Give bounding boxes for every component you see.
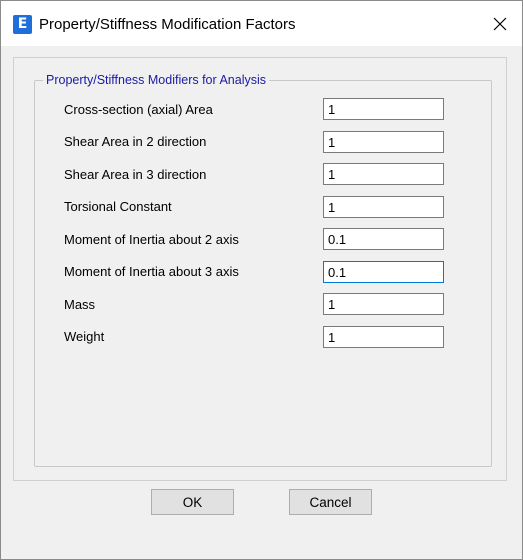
axial-area-input[interactable]	[323, 98, 444, 120]
inertia-3-input[interactable]	[323, 261, 444, 283]
weight-input[interactable]	[323, 326, 444, 348]
label-mass: Mass	[64, 297, 96, 312]
label-shear-area-2: Shear Area in 2 direction	[64, 134, 207, 149]
close-icon	[493, 17, 506, 30]
window-title: Property/Stiffness Modification Factors	[39, 16, 296, 33]
label-weight: Weight	[64, 329, 105, 344]
dialog-window: E Property/Stiffness Modification Factor…	[0, 0, 523, 560]
label-shear-area-3: Shear Area in 3 direction	[64, 167, 207, 182]
close-button[interactable]	[477, 1, 522, 46]
label-torsional-constant: Torsional Constant	[64, 199, 172, 214]
groupbox-legend: Property/Stiffness Modifiers for Analysi…	[43, 72, 269, 88]
inertia-2-input[interactable]	[323, 228, 444, 250]
label-axial-area: Cross-section (axial) Area	[64, 102, 213, 117]
ok-button[interactable]: OK	[151, 489, 234, 515]
cancel-button[interactable]: Cancel	[289, 489, 372, 515]
label-inertia-3: Moment of Inertia about 3 axis	[64, 264, 239, 279]
label-inertia-2: Moment of Inertia about 2 axis	[64, 232, 239, 247]
shear-area-3-input[interactable]	[323, 163, 444, 185]
mass-input[interactable]	[323, 293, 444, 315]
shear-area-2-input[interactable]	[323, 131, 444, 153]
torsional-constant-input[interactable]	[323, 196, 444, 218]
etabs-app-icon: E	[13, 15, 32, 34]
title-bar[interactable]: E Property/Stiffness Modification Factor…	[1, 1, 522, 46]
